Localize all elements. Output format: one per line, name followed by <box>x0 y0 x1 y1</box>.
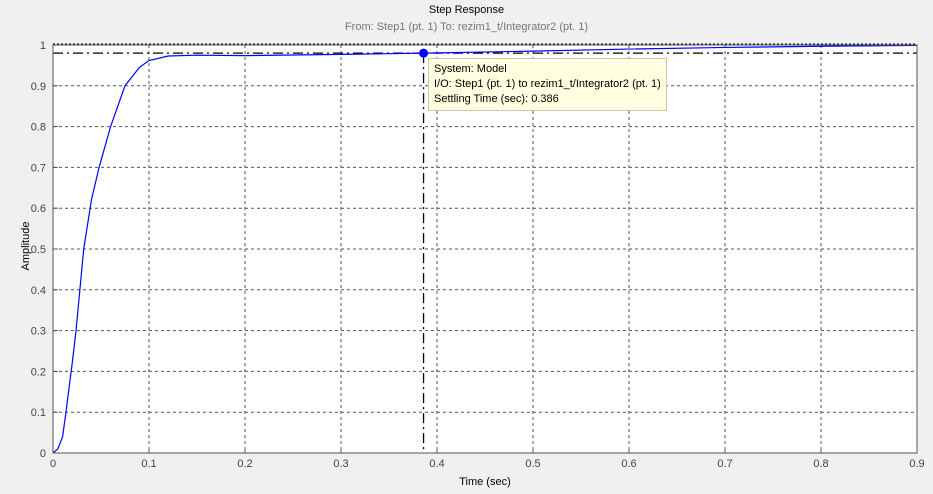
y-tick-label: 0.6 <box>31 203 46 215</box>
x-axis-label: Time (sec) <box>459 476 511 488</box>
x-tick-label: 0 <box>50 458 56 470</box>
settling-time-marker <box>419 48 429 58</box>
x-tick-label: 0.6 <box>621 458 636 470</box>
y-axis-label: Amplitude <box>20 221 32 271</box>
y-tick-label: 0.7 <box>31 162 46 174</box>
x-tick-label: 0.7 <box>717 458 732 470</box>
y-tick-label: 0.3 <box>31 326 46 338</box>
x-tick-label: 0.1 <box>141 458 156 470</box>
x-tick-label: 0.2 <box>237 458 252 470</box>
y-tick-label: 0.9 <box>31 81 46 93</box>
x-tick-label: 0.3 <box>333 458 348 470</box>
datatip-system: System: Model <box>434 63 507 75</box>
y-tick-label: 0.8 <box>31 122 46 134</box>
datatip: System: Model I/O: Step1 (pt. 1) to rezi… <box>428 58 667 111</box>
y-tick-label: 0.5 <box>31 244 46 256</box>
x-tick-label: 0.5 <box>525 458 540 470</box>
y-tick-label: 0.1 <box>31 407 46 419</box>
y-tick-label: 1 <box>40 40 46 52</box>
x-tick-label: 0.4 <box>429 458 444 470</box>
x-tick-label: 0.9 <box>909 458 924 470</box>
y-tick-label: 0.2 <box>31 366 46 378</box>
figure: Step Response From: Step1 (pt. 1) To: re… <box>0 0 933 494</box>
datatip-settling: Settling Time (sec): 0.386 <box>434 93 559 105</box>
x-tick-label: 0.8 <box>813 458 828 470</box>
y-tick-label: 0 <box>40 448 46 460</box>
datatip-io: I/O: Step1 (pt. 1) to rezim1_t/Integrato… <box>434 78 661 90</box>
y-tick-label: 0.4 <box>31 285 46 297</box>
